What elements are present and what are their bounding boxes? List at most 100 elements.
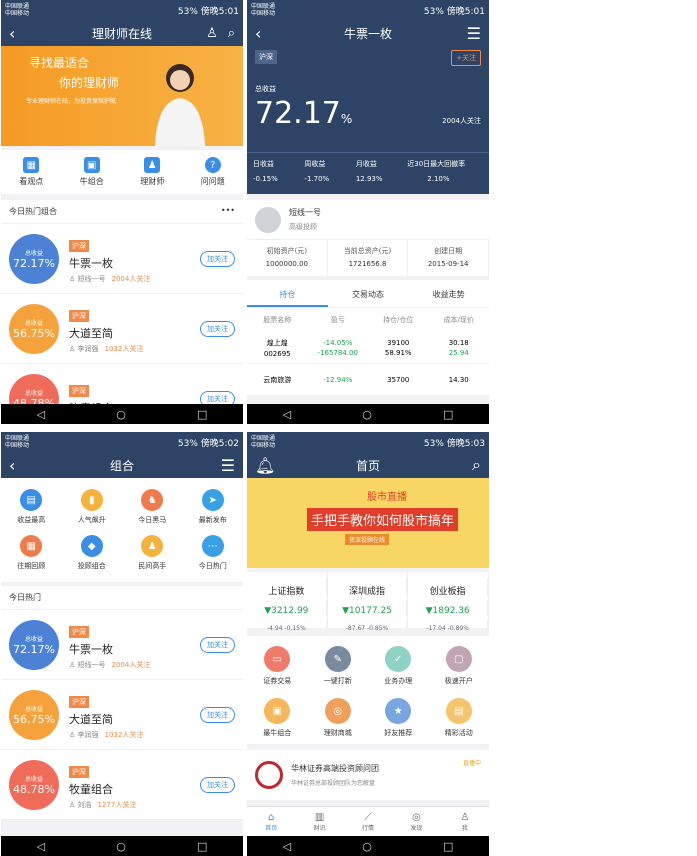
service-item[interactable]: ✓ 业务办理: [368, 646, 429, 686]
list-item[interactable]: 总收益 56.75% 沪深 大道至简 ♙ 李润强 1032人关注 加关注: [1, 680, 243, 750]
screen-portfolios: 中国联通 中国移动 53% 傍晚5:02 ‹ 组合 ☰ ▤ 收益最高 ▮ 人气飙升 ♞…: [1, 432, 243, 856]
menu-icon[interactable]: ☰: [467, 24, 481, 43]
recent-square-icon[interactable]: □: [443, 408, 453, 421]
service-item[interactable]: ★ 好友推荐: [368, 698, 429, 738]
index-item[interactable]: 创业板指 ▼1892.36 -17.04 -0.89%: [408, 572, 489, 632]
list-item[interactable]: 总收益 48.78% 沪深 牧童组合 ♙ 刘浩 1277人关注 加关注: [1, 750, 243, 820]
live-news-card[interactable]: 华林证券高端投资顾问团 华林证券总部投顾团队为您解盘 直播中: [247, 750, 489, 800]
person-icon: ♟: [141, 535, 164, 557]
category-item[interactable]: ▦ 往期回顾: [1, 535, 62, 571]
manager-card[interactable]: 短线一号 高级投顾: [247, 200, 489, 240]
table-row[interactable]: 云南旅游 -12.94% 35700 14.30: [247, 364, 489, 396]
home-circle-icon[interactable]: ○: [116, 408, 126, 421]
system-nav-bar: ◁ ○ □: [247, 404, 489, 424]
home-circle-icon[interactable]: ○: [116, 840, 126, 853]
follow-button[interactable]: 加关注: [200, 320, 235, 337]
search-icon[interactable]: ⌕: [228, 26, 235, 41]
recent-square-icon[interactable]: □: [197, 408, 207, 421]
quick-view-opinions[interactable]: ▦ 看观点: [19, 157, 43, 187]
return-badge: 总收益 72.17%: [9, 233, 59, 284]
top-bar: ‹ 牛票一枚 ☰: [247, 20, 489, 46]
follow-button[interactable]: 加关注: [200, 706, 235, 723]
ipo-icon: ✎: [324, 646, 351, 672]
home-circle-icon[interactable]: ○: [362, 408, 372, 421]
return-badge: 总收益 56.75%: [9, 303, 59, 354]
category-item[interactable]: ◆ 投顾组合: [62, 535, 123, 571]
menu-icon[interactable]: ☰: [221, 456, 235, 475]
page-title: 首页: [355, 458, 380, 473]
tab-returns[interactable]: 收益走势: [408, 280, 489, 307]
star-icon: ★: [385, 698, 412, 724]
question-icon: ?: [204, 157, 221, 173]
quick-portfolio[interactable]: ▣ 牛组合: [80, 157, 104, 187]
gift-icon: ▤: [445, 698, 472, 724]
index-item[interactable]: 上证指数 ▼3212.99 -4.94 -0.15%: [247, 572, 328, 632]
compass-icon: ◎: [412, 811, 421, 823]
tab-discover[interactable]: ◎ 发现: [392, 807, 440, 836]
service-item[interactable]: ▭ 证券交易: [247, 646, 308, 686]
broker-logo: [255, 761, 283, 789]
category-item[interactable]: ➤ 最新发布: [183, 489, 244, 525]
follow-button[interactable]: +关注: [451, 50, 481, 66]
recent-square-icon[interactable]: □: [197, 840, 207, 853]
quick-ask[interactable]: ? 问问题: [201, 157, 225, 187]
user-icon[interactable]: ♙: [206, 26, 218, 41]
market-indices: 上证指数 ▼3212.99 -4.94 -0.15% 深圳成指 ▼10177.25 -8…: [247, 572, 489, 632]
category-item[interactable]: ▤ 收益最高: [1, 489, 62, 525]
back-icon[interactable]: ‹: [255, 24, 261, 43]
service-item[interactable]: ◎ 理财商城: [308, 698, 369, 738]
home-icon: ⌂: [268, 811, 275, 823]
asset-info: 初始资产(元) 1000000.00 当前总资产(元) 1721656.8 创建日期…: [247, 240, 489, 276]
tab-me[interactable]: ♙ 我: [441, 807, 489, 836]
promo-banner[interactable]: 股市直播 手把手教你如何股市搞年 资深投顾在线: [247, 478, 489, 568]
back-icon[interactable]: ‹: [9, 24, 15, 43]
home-circle-icon[interactable]: ○: [362, 840, 372, 853]
search-icon[interactable]: ⌕: [472, 455, 481, 475]
back-triangle-icon[interactable]: ◁: [37, 408, 45, 421]
list-item[interactable]: 总收益 56.75% 沪深 大道至简 ♙ 李润强 1032人关注 加关注: [1, 294, 243, 364]
table-row[interactable]: 煌上煌 002695 -14.05% -165784.00 39100 58.91% …: [247, 332, 489, 364]
grid-icon: ▣: [83, 157, 100, 173]
top-bar: 🔔︎ 首页 ⌕: [247, 452, 489, 478]
status-bar: 中国联通 中国移动 53% 傍晚5:01: [1, 0, 243, 20]
system-nav-bar: ◁ ○ □: [1, 404, 243, 424]
service-item[interactable]: ▣ 最牛组合: [247, 698, 308, 738]
recent-square-icon[interactable]: □: [443, 840, 453, 853]
more-icon[interactable]: •••: [221, 206, 235, 217]
category-item[interactable]: ♟ 民间高手: [122, 535, 183, 571]
tab-quotes[interactable]: ⟋ 行情: [344, 807, 392, 836]
category-item[interactable]: ⋯ 今日热门: [183, 535, 244, 571]
return-stats: 日收益 -0.15% 周收益 -1.70% 月收益 12.93% 近30日最大回撤率 2…: [247, 152, 489, 194]
follow-button[interactable]: 加关注: [200, 776, 235, 793]
return-badge: 总收益 56.75%: [9, 689, 59, 740]
service-item[interactable]: ▤ 精彩活动: [429, 698, 490, 738]
status-bar: 中国联通 中国移动 53% 傍晚5:02: [1, 432, 243, 452]
service-item[interactable]: ▢ 极速开户: [429, 646, 490, 686]
tab-trades[interactable]: 交易动态: [328, 280, 409, 307]
top-bar: ‹ 理财师在线 ♙ ⌕: [1, 20, 243, 46]
follow-button[interactable]: 加关注: [200, 636, 235, 653]
tab-holdings[interactable]: 持仓: [247, 280, 328, 307]
tab-news[interactable]: ▥ 财讯: [295, 807, 343, 836]
bell-icon[interactable]: 🔔︎: [255, 456, 275, 475]
chart-line-icon: ⟋: [364, 811, 372, 823]
tab-home[interactable]: ⌂ 首页: [247, 807, 295, 836]
back-triangle-icon[interactable]: ◁: [37, 840, 45, 853]
news-icon: ▥: [314, 811, 325, 823]
quick-advisor[interactable]: ♟ 理财师: [140, 157, 164, 187]
category-item[interactable]: ♞ 今日黑马: [122, 489, 183, 525]
index-item[interactable]: 深圳成指 ▼10177.25 -87.67 -0.85%: [328, 572, 409, 632]
service-item[interactable]: ✎ 一键打新: [308, 646, 369, 686]
promo-banner[interactable]: 寻找最适合 你的理财师 专业理财师在线，为投资保驾护航: [1, 46, 243, 146]
status-bar: 中国联通 中国移动 53% 傍晚5:03: [247, 432, 489, 452]
list-item[interactable]: 总收益 72.17% 沪深 牛票一枚 ♙ 短线一号 2004人关注 加关注: [1, 610, 243, 680]
back-triangle-icon[interactable]: ◁: [283, 840, 291, 853]
list-item[interactable]: 总收益 72.17% 沪深 牛票一枚 ♙ 短线一号 2004人关注 加关注: [1, 224, 243, 294]
screen-advisor-online: 中国联通 中国移动 53% 傍晚5:01 ‹ 理财师在线 ♙ ⌕ 寻找最适合 你的理…: [1, 0, 243, 424]
follow-button[interactable]: 加关注: [200, 250, 235, 267]
category-item[interactable]: ▮ 人气飙升: [62, 489, 123, 525]
chart-icon: ▤: [20, 489, 43, 511]
back-triangle-icon[interactable]: ◁: [283, 408, 291, 421]
back-icon[interactable]: ‹: [9, 456, 15, 475]
check-icon: ✓: [385, 646, 412, 672]
